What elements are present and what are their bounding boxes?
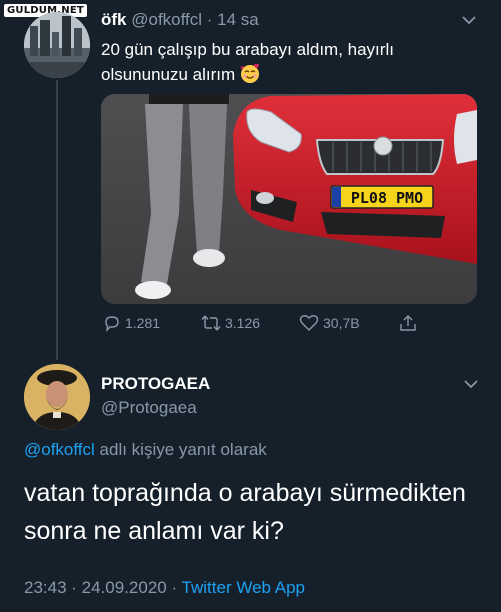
like-count: 30,7B <box>323 315 360 331</box>
city-skyline-avatar-icon <box>24 12 90 78</box>
share-icon <box>399 314 417 332</box>
red-car-photo-icon: PL08 PMO <box>101 94 477 304</box>
retweet-button[interactable]: 3.126 <box>201 314 260 332</box>
reply-options-chevron-icon[interactable] <box>464 379 478 389</box>
reply-count: 1.281 <box>125 315 161 331</box>
heart-icon <box>299 314 319 332</box>
reply-display-name[interactable]: PROTOGAEA <box>101 374 210 394</box>
display-name[interactable]: öfk <box>101 10 127 29</box>
thread-connector-line <box>56 80 58 360</box>
replying-to-line: @ofkoffcl adlı kişiye yanıt olarak <box>24 440 267 460</box>
license-plate-text: PL08 PMO <box>351 189 423 207</box>
reply-to-suffix: adlı kişiye yanıt olarak <box>94 440 267 459</box>
original-tweet-header: öfk @ofkoffcl · 14 sa <box>101 10 259 30</box>
reply-to-mention-link[interactable]: @ofkoffcl <box>24 440 95 459</box>
avatar[interactable] <box>24 12 90 78</box>
like-button[interactable]: 30,7B <box>299 314 360 332</box>
avatar[interactable] <box>24 364 90 430</box>
tweet-action-bar: 1.281 3.126 30,7B <box>101 314 431 338</box>
portrait-avatar-icon <box>24 364 90 430</box>
smiling-face-with-hearts-icon <box>239 62 261 84</box>
tweet-photo[interactable]: PL08 PMO <box>101 94 477 304</box>
reply-tweet-text: vatan toprağında o arabayı sürmedikten s… <box>24 479 466 545</box>
retweet-icon <box>201 314 221 332</box>
reply-user-handle[interactable]: @Protogaea <box>101 398 197 418</box>
tweet-options-chevron-icon[interactable] <box>462 15 476 25</box>
tweet-source-link[interactable]: Twitter Web App <box>182 578 305 597</box>
tweet-timestamp[interactable]: 23:43 · 24.09.2020 · <box>24 578 182 597</box>
separator-dot: · <box>202 10 218 29</box>
reply-button[interactable]: 1.281 <box>103 314 160 332</box>
reply-icon <box>103 314 121 332</box>
tweet-time[interactable]: 14 sa <box>217 10 259 29</box>
share-button[interactable] <box>399 314 417 332</box>
original-tweet-text: 20 gün çalışıp bu arabayı aldım, hayırlı… <box>101 38 461 87</box>
retweet-count: 3.126 <box>225 315 261 331</box>
user-handle[interactable]: @ofkoffcl <box>131 10 202 29</box>
tweet-footer: 23:43 · 24.09.2020 · Twitter Web App <box>24 578 305 598</box>
